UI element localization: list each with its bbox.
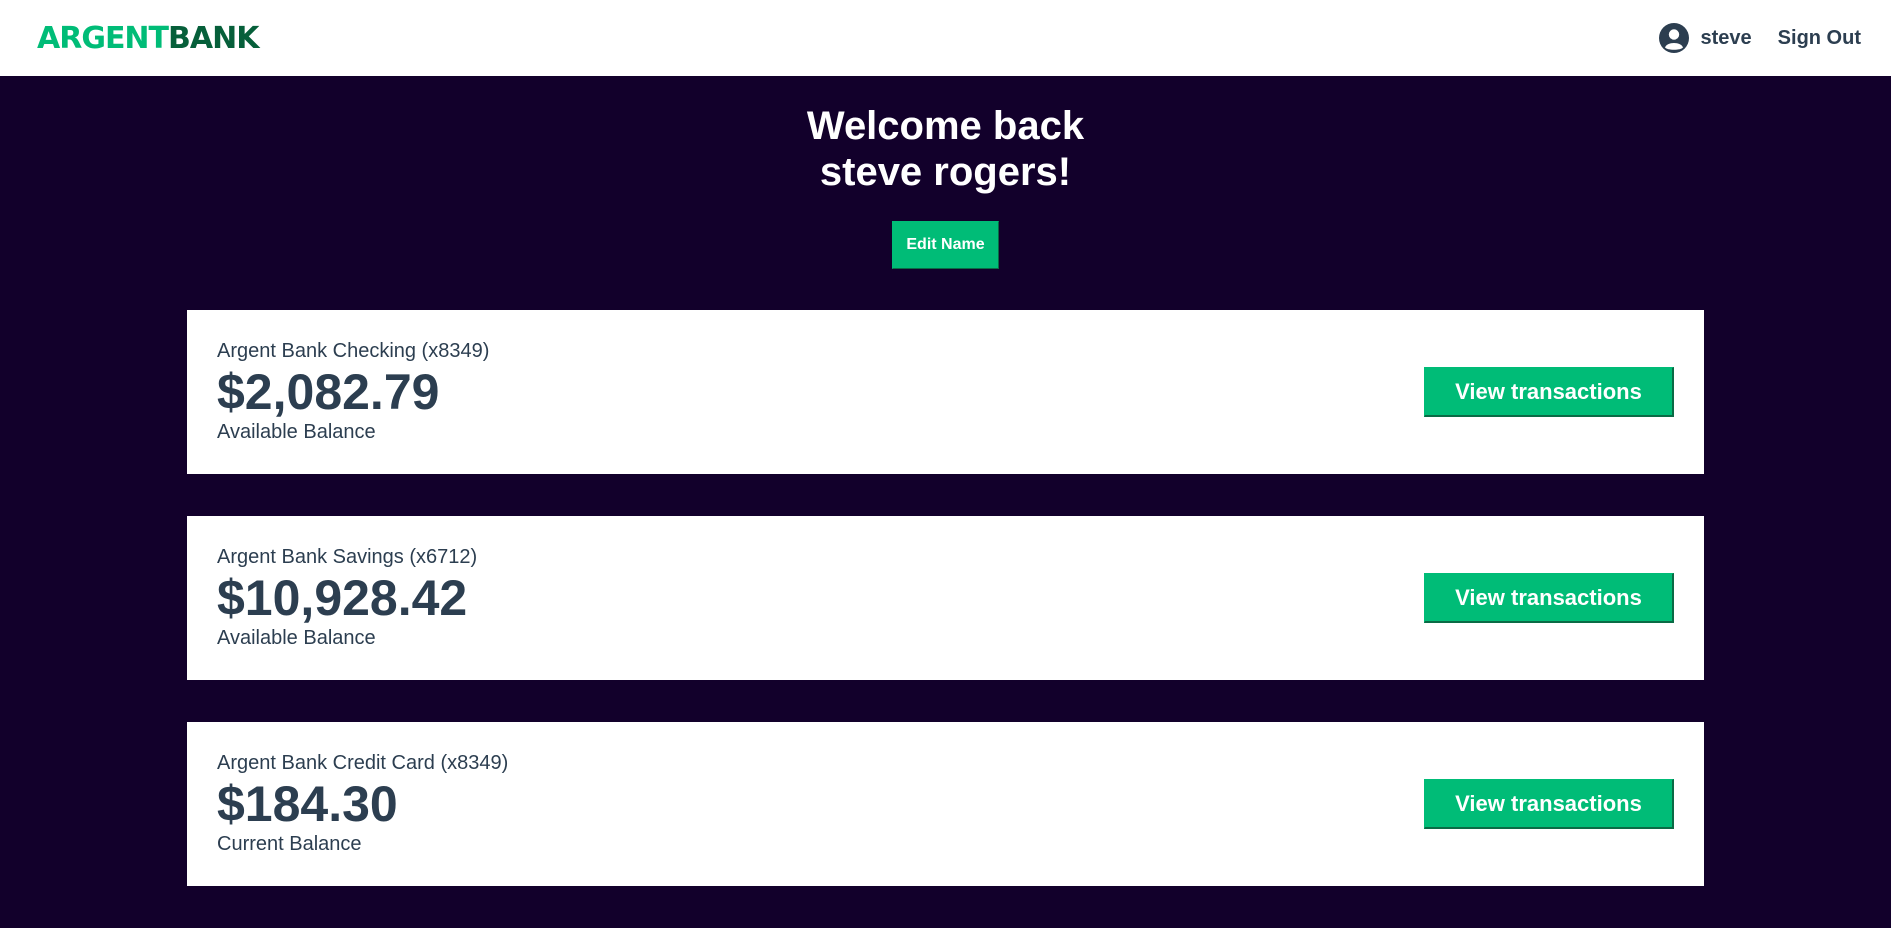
account-amount: $10,928.42 [217, 570, 468, 626]
edit-name-button[interactable]: Edit Name [892, 221, 999, 269]
view-transactions-button[interactable]: View transactions [1424, 573, 1674, 623]
account-title: Argent Bank Credit Card (x8349) [217, 752, 509, 774]
account-card-checking: Argent Bank Checking (x8349) $2,082.79 A… [187, 310, 1704, 474]
account-amount: $2,082.79 [217, 364, 440, 420]
account-info: Argent Bank Checking (x8349) $2,082.79 A… [217, 340, 489, 444]
account-amount: $184.30 [217, 776, 398, 832]
account-title: Argent Bank Savings (x6712) [217, 546, 478, 568]
welcome-line-2: steve rogers! [819, 150, 1072, 194]
account-amount-description: Available Balance [217, 627, 376, 649]
user-circle-icon[interactable] [1658, 23, 1689, 53]
user-nav: steve Sign Out [1658, 23, 1861, 53]
welcome-line-1: Welcome back [806, 104, 1085, 148]
welcome-heading: Welcome back steve rogers! [0, 103, 1891, 195]
logo-text-argent: ARGENT [37, 20, 169, 56]
account-card-savings: Argent Bank Savings (x6712) $10,928.42 A… [187, 516, 1704, 680]
account-card-credit: Argent Bank Credit Card (x8349) $184.30 … [187, 722, 1704, 886]
sign-out-link[interactable]: Sign Out [1778, 27, 1861, 50]
top-navigation: ARGENTBANK steve Sign Out [0, 0, 1891, 76]
user-profile-link[interactable]: steve [1701, 27, 1752, 50]
argent-bank-logo[interactable]: ARGENTBANK [37, 20, 259, 56]
logo-text-bank: BANK [168, 20, 259, 56]
account-title: Argent Bank Checking (x8349) [217, 340, 490, 362]
account-amount-description: Available Balance [217, 421, 376, 443]
welcome-section: Welcome back steve rogers! Edit Name [0, 76, 1891, 269]
account-info: Argent Bank Savings (x6712) $10,928.42 A… [217, 546, 477, 650]
accounts-list: Argent Bank Checking (x8349) $2,082.79 A… [187, 310, 1704, 928]
view-transactions-button[interactable]: View transactions [1424, 367, 1674, 417]
view-transactions-button[interactable]: View transactions [1424, 779, 1674, 829]
account-amount-description: Current Balance [217, 833, 362, 855]
account-info: Argent Bank Credit Card (x8349) $184.30 … [217, 752, 508, 856]
